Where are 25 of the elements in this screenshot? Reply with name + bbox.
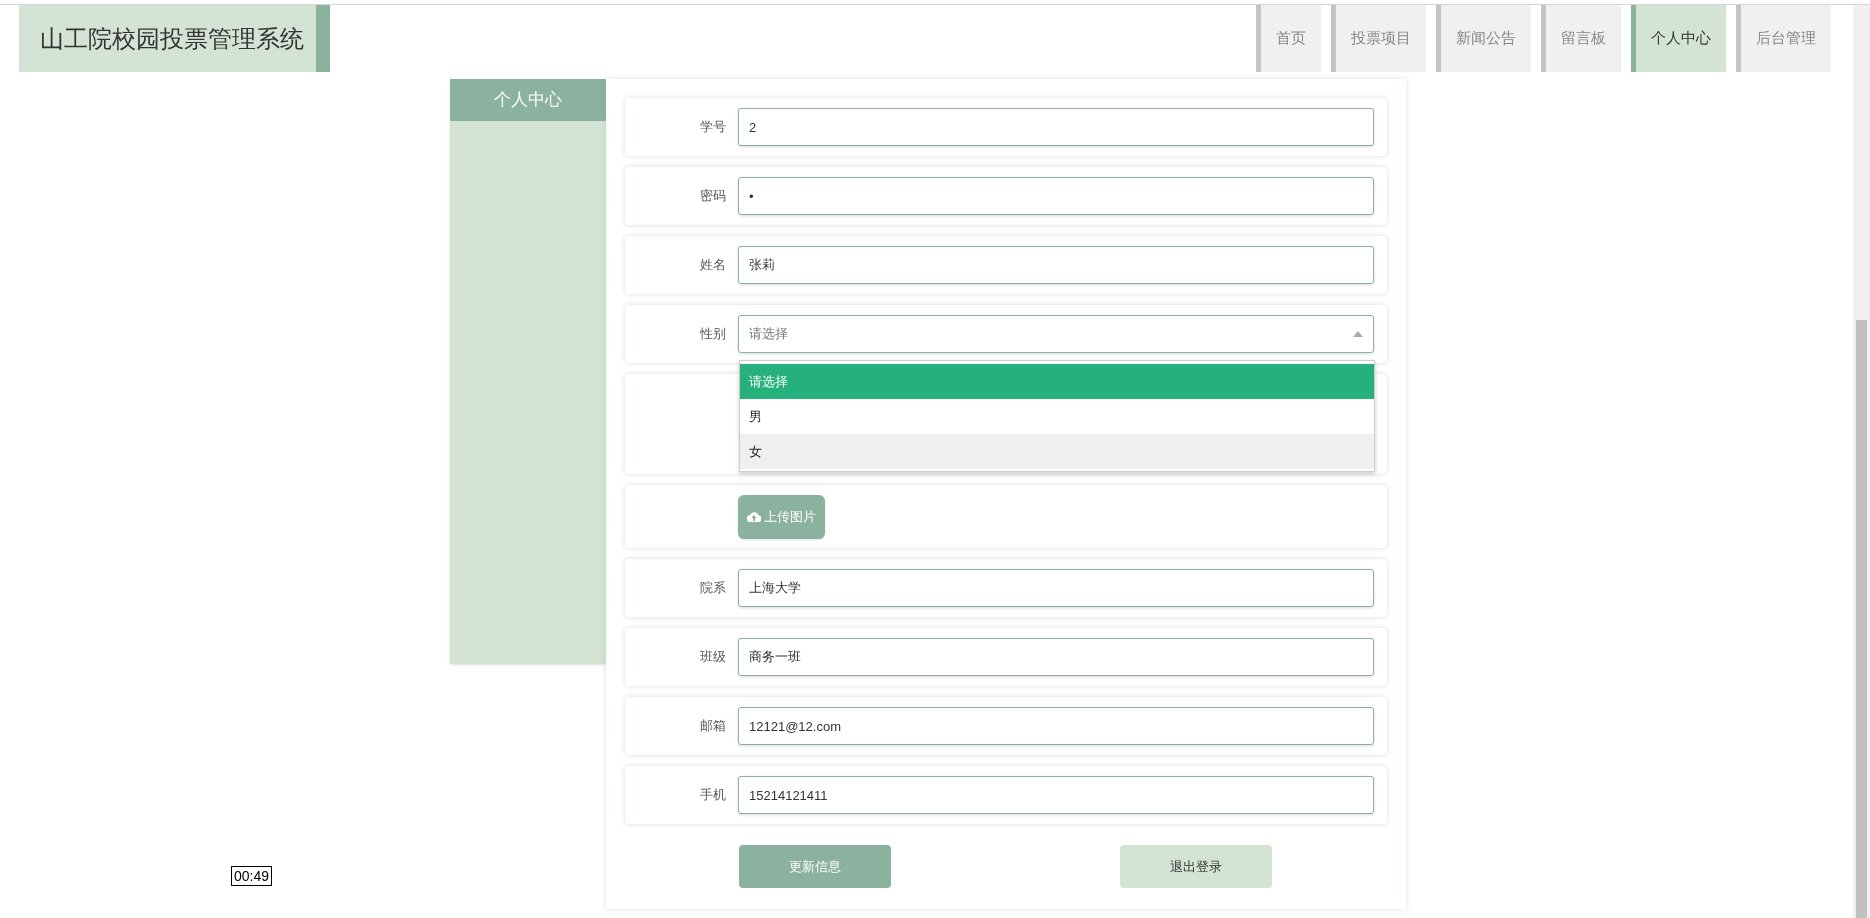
input-field[interactable]: 上海大学 xyxy=(738,569,1374,607)
input-field[interactable]: 商务一班 xyxy=(738,638,1374,676)
site-logo: 山工院校园投票管理系统 xyxy=(19,5,330,72)
input-field[interactable]: 12121@12.com xyxy=(738,707,1374,745)
nav-tab[interactable]: 个人中心 xyxy=(1631,5,1726,72)
field-label: 院系 xyxy=(699,579,726,598)
cloud-upload-icon xyxy=(747,511,761,522)
field-label: 学号 xyxy=(699,118,726,137)
field-label: 邮箱 xyxy=(699,717,726,736)
dropdown-option[interactable]: 男 xyxy=(740,399,1374,434)
scrollbar[interactable] xyxy=(1853,5,1870,918)
field-label: 姓名 xyxy=(699,256,726,275)
logout-button[interactable]: 退出登录 xyxy=(1120,845,1272,888)
input-field[interactable]: • xyxy=(738,177,1374,215)
field-label: 密码 xyxy=(699,187,726,206)
time-tooltip: 00:49 xyxy=(231,866,273,886)
input-field[interactable]: 2 xyxy=(738,108,1374,146)
input-field[interactable]: 张莉 xyxy=(738,246,1374,284)
input-field[interactable]: 15214121411 xyxy=(738,776,1374,814)
sidebar-title: 个人中心 xyxy=(450,79,606,121)
field-label: 班级 xyxy=(699,648,726,667)
dropdown-option[interactable]: 女 xyxy=(740,434,1374,469)
field-label: 手机 xyxy=(699,786,726,805)
select-field[interactable]: 请选择 xyxy=(738,315,1374,353)
field-label: 性别 xyxy=(699,325,726,344)
